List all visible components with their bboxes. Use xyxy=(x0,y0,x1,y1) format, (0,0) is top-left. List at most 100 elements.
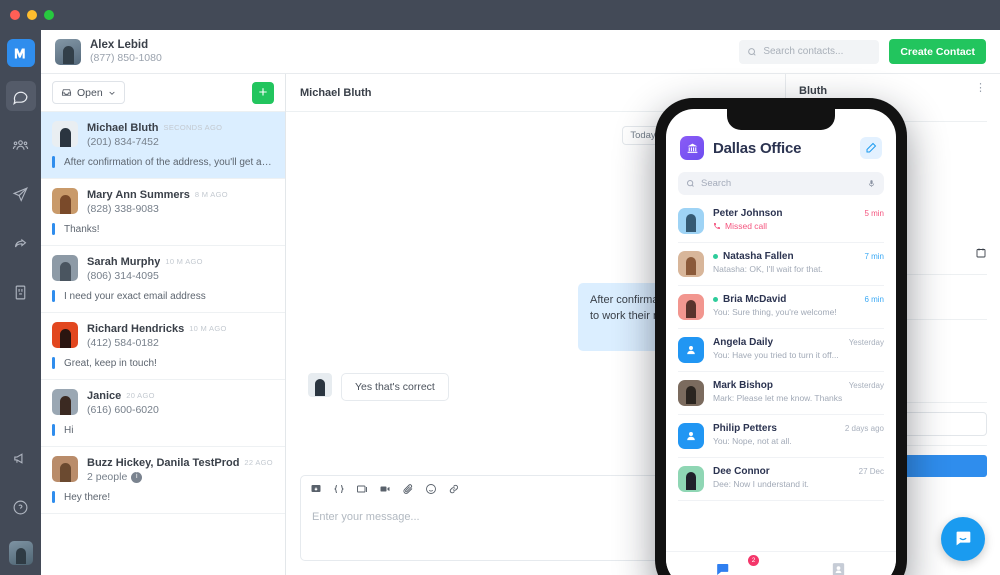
bank-icon xyxy=(680,136,704,160)
app-topbar: Alex Lebid (877) 850-1080 Search contact… xyxy=(41,30,1000,74)
phone-list-item[interactable]: Bria McDavid 6 min You: Sure thing, you're… xyxy=(678,286,884,329)
paperclip-icon[interactable] xyxy=(402,483,414,495)
conversation-list-header: Open + xyxy=(41,74,285,112)
conversation-phone: (201) 834-7452 xyxy=(87,135,274,149)
search-icon xyxy=(686,179,695,188)
conversation-preview: I need your exact email address xyxy=(64,291,206,302)
contact-avatar xyxy=(678,208,704,234)
phone-item-name: Bria McDavid xyxy=(723,294,786,305)
sidebar-item-campaigns[interactable] xyxy=(6,179,36,209)
phone-list-item[interactable]: Mark BishopYesterdayMark: Please let me … xyxy=(678,372,884,415)
contact-name: Bluth xyxy=(799,84,827,98)
sidebar-item-announcements[interactable] xyxy=(6,443,36,473)
unread-indicator xyxy=(52,290,55,302)
unread-indicator xyxy=(52,424,55,436)
sidebar-item-reports[interactable] xyxy=(6,277,36,307)
phone-item-time: 27 Dec xyxy=(853,467,884,476)
conversation-preview: Hi xyxy=(64,425,73,436)
close-window-button[interactable] xyxy=(10,10,20,20)
search-input[interactable]: Search contacts... xyxy=(739,40,879,64)
phone-screen: Dallas Office Search Peter Johnson5 minM… xyxy=(666,109,896,575)
conversation-timestamp: 20 AGO xyxy=(126,389,154,400)
phone-item-message: You: Sure thing, you're welcome! xyxy=(713,307,884,317)
contact-avatar xyxy=(678,380,704,406)
conversation-name: Sarah Murphy xyxy=(87,255,160,269)
phone-list-item[interactable]: Dee Connor 27 Dec Dee: Now I understand it… xyxy=(678,458,884,501)
account-name: Alex Lebid xyxy=(90,39,162,52)
intercom-chat-icon[interactable] xyxy=(941,517,985,561)
search-placeholder: Search contacts... xyxy=(763,46,843,57)
contact-avatar xyxy=(52,255,78,281)
search-icon xyxy=(747,47,757,57)
conversation-item[interactable]: Buzz Hickey, Danila TestProd22 AGO2 peop… xyxy=(41,447,285,514)
video-icon[interactable] xyxy=(379,483,391,495)
phone-item-time: 7 min xyxy=(858,252,884,261)
unread-indicator xyxy=(52,156,55,168)
emoji-icon[interactable] xyxy=(425,483,437,495)
default-avatar-icon xyxy=(678,423,704,449)
phone-list-item[interactable]: Peter Johnson5 minMissed call xyxy=(678,200,884,243)
phone-item-time: Yesterday xyxy=(843,338,884,347)
template-icon[interactable] xyxy=(310,483,322,495)
phone-item-time: 5 min xyxy=(858,209,884,218)
conversation-phone: (806) 314-4095 xyxy=(87,269,274,283)
phone-tab-bar: 2 xyxy=(666,551,896,575)
account-avatar xyxy=(55,39,81,65)
phone-item-time: 6 min xyxy=(858,295,884,304)
new-conversation-button[interactable]: + xyxy=(252,82,274,104)
user-avatar[interactable] xyxy=(9,541,33,565)
conversation-item[interactable]: Michael BluthSECONDS AGO(201) 834-7452Af… xyxy=(41,112,285,179)
sidebar-item-contacts[interactable] xyxy=(6,130,36,160)
online-indicator xyxy=(713,297,718,302)
contact-avatar xyxy=(52,188,78,214)
phone-conversation-list: Peter Johnson5 minMissed callNatasha Fal… xyxy=(666,200,896,501)
brand-logo-icon[interactable] xyxy=(7,39,35,67)
sidebar-item-forward[interactable] xyxy=(6,228,36,258)
phone-notch xyxy=(727,109,835,130)
app-window: Alex Lebid (877) 850-1080 Search contact… xyxy=(0,0,1000,575)
conversation-item[interactable]: Sarah Murphy10 M AGO(806) 314-4095I need… xyxy=(41,246,285,313)
messages-icon xyxy=(714,560,733,575)
window-titlebar xyxy=(0,0,1000,30)
create-contact-button[interactable]: Create Contact xyxy=(889,39,986,64)
minimize-window-button[interactable] xyxy=(27,10,37,20)
microphone-icon xyxy=(867,179,876,188)
phone-list-item[interactable]: Philip Petters2 days agoYou: Nope, not a… xyxy=(678,415,884,458)
phone-list-item[interactable]: Natasha Fallen7 minNatasha: OK, I'll wai… xyxy=(678,243,884,286)
conversation-timestamp: 10 M AGO xyxy=(189,322,226,333)
phone-item-message: Mark: Please let me know. Thanks xyxy=(713,393,884,403)
conversation-item[interactable]: Janice 20 AGO (616) 600-6020 Hi xyxy=(41,380,285,447)
conversation-list: Michael BluthSECONDS AGO(201) 834-7452Af… xyxy=(41,112,285,575)
conversation-preview: Hey there! xyxy=(64,492,110,503)
phone-item-message: Dee: Now I understand it. xyxy=(713,479,884,489)
conversation-timestamp: 8 M AGO xyxy=(195,188,228,199)
conversation-item[interactable]: Mary Ann Summers8 M AGO(828) 338-9083Tha… xyxy=(41,179,285,246)
conversation-phone: (616) 600-6020 xyxy=(87,403,274,417)
contact-avatar xyxy=(678,294,704,320)
conversation-timestamp: SECONDS AGO xyxy=(164,121,223,132)
phone-mockup: Dallas Office Search Peter Johnson5 minM… xyxy=(655,98,907,575)
phone-item-time: Yesterday xyxy=(843,381,884,390)
contact-avatar xyxy=(678,466,704,492)
phone-list-item[interactable]: Angela DailyYesterdayYou: Have you tried… xyxy=(678,329,884,372)
conversation-preview: Thanks! xyxy=(64,224,100,235)
compose-icon[interactable] xyxy=(860,137,882,159)
contacts-tab[interactable] xyxy=(781,561,896,575)
phone-item-name: Dee Connor xyxy=(713,466,770,477)
code-icon[interactable] xyxy=(333,483,345,495)
maximize-window-button[interactable] xyxy=(44,10,54,20)
link-icon[interactable] xyxy=(448,483,460,495)
conversation-item[interactable]: Richard Hendricks10 M AGO(412) 584-0182G… xyxy=(41,313,285,380)
conversation-filter-dropdown[interactable]: Open xyxy=(52,81,125,104)
messages-tab[interactable]: 2 xyxy=(666,560,781,575)
message-bubble: Yes that's correct xyxy=(341,373,449,401)
left-nav-rail xyxy=(0,30,41,575)
contact-avatar xyxy=(52,456,78,482)
image-icon[interactable] xyxy=(356,483,368,495)
conversation-name: Janice xyxy=(87,389,121,403)
sidebar-item-help[interactable] xyxy=(6,492,36,522)
contact-menu-button[interactable]: ⋮ xyxy=(975,84,987,93)
sidebar-item-messages[interactable] xyxy=(6,81,36,111)
missed-call-icon xyxy=(713,222,721,230)
phone-search-input[interactable]: Search xyxy=(678,172,884,195)
